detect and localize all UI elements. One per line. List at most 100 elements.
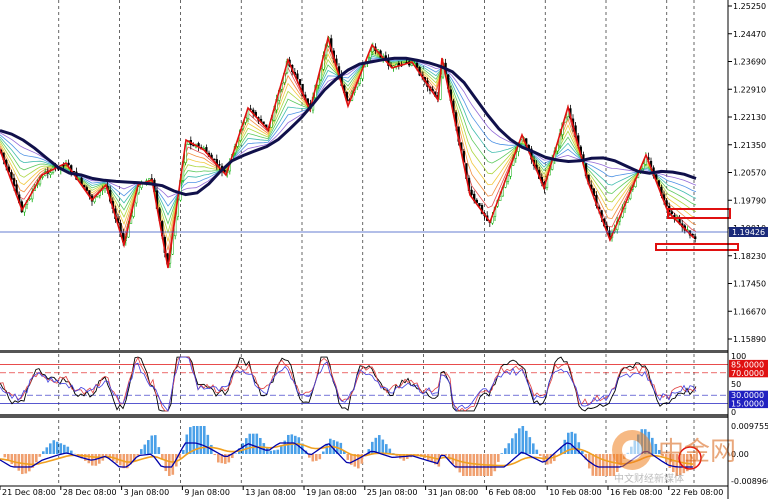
macd-bar [378,435,381,454]
rsi-level-label: 70.0000 [731,369,764,378]
macd-bar [322,451,325,454]
price-tick-label: 1.22130 [733,113,766,122]
macd-axis-label: -0.008966 [731,477,768,486]
time-tick-label: 16 Feb 08:00 [610,488,662,497]
macd-bar [42,451,45,454]
macd-bar [570,431,574,454]
macd-bar [28,454,31,472]
macd-bar [252,433,255,454]
price-tick-label: 1.22910 [733,85,766,94]
macd-bar [609,454,612,476]
macd-bar [87,454,91,464]
macd-axis-label: 0.0097556 [731,422,768,431]
candle-body [694,236,697,240]
macd-bar [206,434,210,454]
watermark-logo-inner [622,440,642,460]
macd-bar [493,454,497,472]
macd-bar [574,433,577,454]
macd-bar [497,454,500,462]
macd-bar [346,454,350,460]
macd-bar [213,454,217,456]
macd-bar [147,440,150,454]
macd-bar [203,426,206,454]
time-tick-label: 13 Jan 08:00 [245,488,296,497]
candle-body [96,196,99,198]
macd-bar [38,454,42,457]
price-tick-label: 1.18230 [733,252,766,261]
macd-bar [259,437,262,454]
macd-bar [189,427,192,454]
panel-separator [0,350,728,353]
time-tick-label: 19 Jan 08:00 [306,488,357,497]
macd-bar [269,450,273,454]
time-tick-label: 28 Dec 08:00 [63,488,117,497]
macd-bar [311,454,315,462]
macd-bar [273,450,276,454]
price-tick-label: 1.24470 [733,30,766,39]
macd-bar [157,447,161,454]
rsi-axis-label: 50 [731,380,741,389]
watermark-subtitle: 中文财经新媒体 [614,472,684,485]
macd-bar [234,453,238,454]
time-tick-label: 3 Jan 08:00 [124,488,170,497]
macd-bar [518,428,521,454]
macd-bar [318,454,322,460]
macd-bar [605,454,609,476]
macd-bar [217,454,220,463]
macd-bar [532,443,535,454]
macd-bar [315,454,318,461]
trading-chart[interactable]: 10085.000070.00005030.000015.00000 0.009… [0,0,768,499]
macd-bar [539,454,542,456]
macd-bar [654,443,658,454]
macd-bar [241,443,245,454]
chart-background [0,0,768,499]
macd-bar [381,439,385,454]
macd-bar [84,454,87,461]
macd-bar [140,449,143,454]
macd-bar [500,453,504,454]
candle-body [670,211,673,215]
macd-bar [602,454,605,476]
macd-bar [255,433,259,454]
price-tick-label: 1.20570 [733,169,766,178]
time-tick-label: 10 Feb 08:00 [549,488,601,497]
macd-bar [14,454,17,468]
macd-bar [224,454,227,464]
time-tick-label: 25 Jan 08:00 [367,488,418,497]
macd-bar [52,440,56,454]
macd-bar [45,447,49,454]
macd-bar [511,438,514,454]
price-tick-label: 1.17450 [733,280,766,289]
candle-body [415,62,419,68]
macd-bar [59,443,63,454]
candle-body [470,189,473,196]
time-tick-label: 22 Feb 08:00 [671,488,723,497]
price-tick-label: 1.19790 [733,196,766,205]
price-tick-label: 1.15890 [733,335,766,344]
macd-bar [168,454,171,476]
candle-body [49,172,52,175]
price-tick-label: 1.23690 [733,58,766,67]
macd-bar [528,437,532,454]
macd-bar [385,444,388,454]
macd-bar [56,441,59,454]
macd-bar [469,454,472,476]
price-tick-label: 1.16670 [733,307,766,316]
macd-bar [280,446,283,454]
macd-bar [3,454,7,458]
macd-bar [458,454,462,473]
time-tick-label: 6 Feb 08:00 [488,488,535,497]
macd-bar [465,454,469,476]
macd-bar [154,435,157,454]
macd-bar [150,435,154,454]
time-tick-label: 9 Jan 08:00 [184,488,230,497]
macd-bar [199,426,203,454]
macd-bar [535,449,539,454]
time-tick-label: 21 Dec 08:00 [2,488,56,497]
macd-bar [10,454,14,465]
time-tick-label: 31 Jan 08:00 [428,488,479,497]
candle-body [397,62,400,66]
rsi-axis-label: 0 [731,408,736,417]
current-price-label: 1.19426 [732,228,765,237]
candle-body [85,187,88,191]
